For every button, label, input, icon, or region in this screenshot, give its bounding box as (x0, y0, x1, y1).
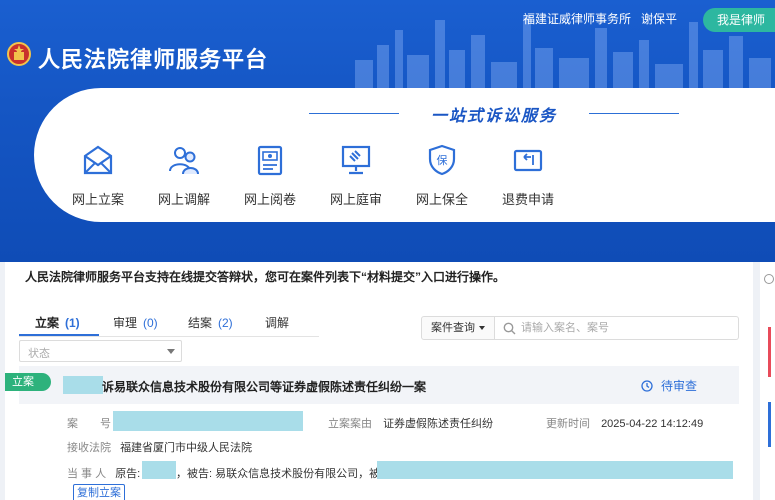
tab-label: 立案 (35, 316, 60, 330)
refund-icon (513, 149, 543, 172)
shield-icon: 保 (428, 144, 456, 176)
tab-label: 调解 (265, 316, 290, 330)
tab-count: (2) (218, 316, 233, 330)
status-placeholder: 状态 (28, 348, 50, 360)
copy-filing-button[interactable]: 复制立案 (73, 484, 125, 500)
slogan-divider-right (589, 113, 679, 114)
case-review-status: 待审查 (641, 377, 697, 394)
top-user-bar: 福建证威律师事务所 谢保平 我是律师 (522, 8, 775, 32)
law-firm-name: 福建证威律师事务所 (522, 11, 631, 26)
chevron-down-icon (167, 349, 175, 354)
tab-filed[interactable]: 立案 (1) (35, 314, 80, 331)
slogan-divider-left (309, 113, 399, 114)
search-icon (503, 322, 516, 335)
court-row: 接收法院 福建省厦门市中级人民法院 (67, 439, 252, 455)
envelope-icon (83, 145, 113, 175)
tab-trial[interactable]: 审理 (0) (113, 314, 158, 331)
case-number-label: 案 号 (67, 418, 111, 430)
service-card: 一站式诉讼服务 网上立案 网上调解 网上阅卷 网上庭审 保 网上保全 退费申请 (34, 88, 775, 222)
parties-row: 当 事 人 原告: (67, 465, 140, 481)
case-cause-row: 立案案由 证券虚假陈述责任纠纷 (328, 415, 493, 431)
service-refund-application[interactable]: 退费申请 (488, 143, 568, 208)
document-icon (257, 145, 283, 176)
defendant-row: ，被告: 易联众信息技术股份有限公司，被告: (176, 465, 394, 481)
service-online-preservation[interactable]: 保 网上保全 (402, 143, 482, 208)
notice-text: 人民法院律师服务平台支持在线提交答辩状，您可在案件列表下“材料提交”入口进行操作… (25, 270, 506, 284)
search-box (495, 316, 739, 340)
tab-divider (19, 336, 319, 337)
service-label: 网上调解 (157, 192, 210, 207)
status-select[interactable]: 状态 (19, 340, 182, 362)
service-online-filing[interactable]: 网上立案 (58, 143, 138, 208)
gavel-icon (341, 145, 371, 175)
court-label: 接收法院 (67, 442, 111, 454)
tab-label: 结案 (188, 316, 213, 330)
lawyer-role-button[interactable]: 我是律师 (702, 8, 775, 32)
case-number-row: 案 号 (67, 415, 111, 431)
slogan: 一站式诉讼服务 (309, 102, 679, 125)
case-cause-value: 证券虚假陈述责任纠纷 (383, 418, 494, 430)
parties-label: 当 事 人 (67, 468, 107, 480)
service-label: 退费申请 (501, 192, 554, 207)
plaintiff-label: 原告: (115, 468, 141, 480)
service-online-trial[interactable]: 网上庭审 (316, 143, 396, 208)
service-label: 网上立案 (71, 192, 124, 207)
updated-time-row: 更新时间 2025-04-22 14:12:49 (546, 415, 703, 431)
page-title: 人民法院律师服务平台 (38, 47, 269, 72)
caret-down-icon (479, 326, 485, 331)
case-status-tag: 立案 (5, 373, 51, 391)
people-icon (169, 147, 199, 175)
search-input[interactable] (521, 319, 731, 337)
defendant-value: 易联众信息技术股份有限公司，被告: (215, 468, 395, 480)
user-name[interactable]: 谢保平 (641, 10, 677, 27)
tab-count: (1) (65, 316, 80, 330)
redacted-plaintiff (142, 461, 176, 479)
service-label: 网上庭审 (329, 192, 382, 207)
redacted-case-number (113, 411, 303, 431)
slogan-text: 一站式诉讼服务 (430, 106, 557, 125)
service-online-file-review[interactable]: 网上阅卷 (230, 143, 310, 208)
tab-count: (0) (143, 316, 158, 330)
defendant-label: ，被告: (176, 468, 213, 480)
header-banner: 福建证威律师事务所 谢保平 我是律师 人民法院律师服务平台 一站式诉讼服务 网上… (0, 0, 775, 262)
side-panel-edge (760, 262, 775, 500)
service-label: 网上保全 (415, 192, 468, 207)
clock-icon (641, 380, 653, 392)
tab-closed[interactable]: 结案 (2) (188, 314, 233, 331)
updated-time-value: 2025-04-22 14:12:49 (601, 418, 704, 430)
redacted-defendants (377, 461, 733, 479)
shield-icon-text: 保 (437, 153, 448, 167)
side-accent-blue (768, 402, 771, 447)
side-accent-red (768, 327, 771, 377)
service-online-mediation[interactable]: 网上调解 (144, 143, 224, 208)
search-type-label: 案件查询 (431, 322, 475, 334)
court-emblem-icon (7, 42, 31, 66)
side-panel-icon (764, 274, 774, 284)
updated-time-label: 更新时间 (546, 418, 590, 430)
tab-label: 审理 (113, 316, 138, 330)
tab-mediation[interactable]: 调解 (265, 314, 289, 331)
search-type-dropdown[interactable]: 案件查询 (421, 316, 495, 340)
case-cause-label: 立案案由 (328, 418, 372, 430)
service-label: 网上阅卷 (243, 192, 296, 207)
case-tabs: 立案 (1) 审理 (0) 结案 (2) 调解 (19, 314, 319, 336)
court-value: 福建省厦门市中级人民法院 (120, 442, 253, 454)
case-title[interactable]: 诉易联众信息技术股份有限公司等证券虚假陈述责任纠纷一案 (102, 378, 426, 395)
case-status-text: 待审查 (661, 379, 698, 393)
redacted-plaintiff-name (63, 376, 103, 394)
case-list-panel: 人民法院律师服务平台支持在线提交答辩状，您可在案件列表下“材料提交”入口进行操作… (5, 262, 753, 500)
